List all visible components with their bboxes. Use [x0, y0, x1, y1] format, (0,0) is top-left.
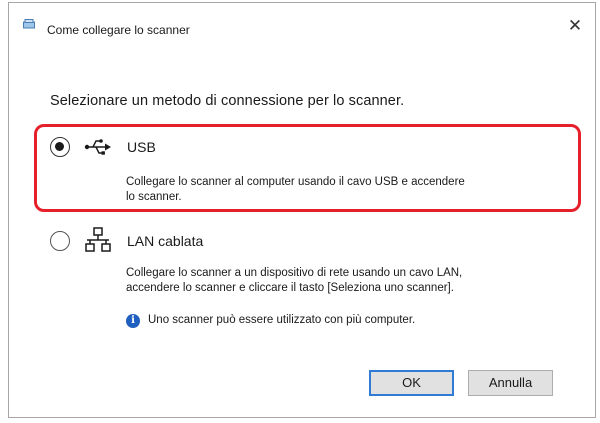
usb-option-label[interactable]: USB	[127, 139, 156, 155]
usb-radio[interactable]	[50, 137, 70, 157]
cancel-button[interactable]: Annulla	[468, 370, 553, 396]
window-title: Come collegare lo scanner	[47, 23, 190, 37]
scanner-app-icon	[23, 19, 35, 29]
radio-selected-dot	[55, 142, 64, 151]
ok-button[interactable]: OK	[369, 370, 454, 396]
usb-description-line-1: Collegare lo scanner al computer usando …	[126, 176, 465, 188]
lan-description-line-2: accendere lo scanner e cliccare il tasto…	[126, 282, 454, 294]
usb-description-line-2: lo scanner.	[126, 191, 182, 203]
usb-option-description: Collegare lo scanner al computer usando …	[126, 175, 465, 205]
lan-radio[interactable]	[50, 231, 70, 251]
info-icon: i	[126, 314, 140, 328]
connection-prompt: Selezionare un metodo di connessione per…	[50, 93, 405, 109]
close-button[interactable]: ✕	[563, 14, 587, 38]
lan-option-description: Collegare lo scanner a un dispositivo di…	[126, 266, 462, 296]
title-bar: Come collegare lo scanner ✕	[9, 3, 595, 43]
info-text: Uno scanner può essere utilizzato con pi…	[148, 314, 416, 326]
lan-option-label[interactable]: LAN cablata	[127, 233, 203, 249]
lan-description-line-1: Collegare lo scanner a un dispositivo di…	[126, 267, 463, 279]
usb-icon	[84, 139, 111, 155]
network-icon	[85, 227, 111, 252]
